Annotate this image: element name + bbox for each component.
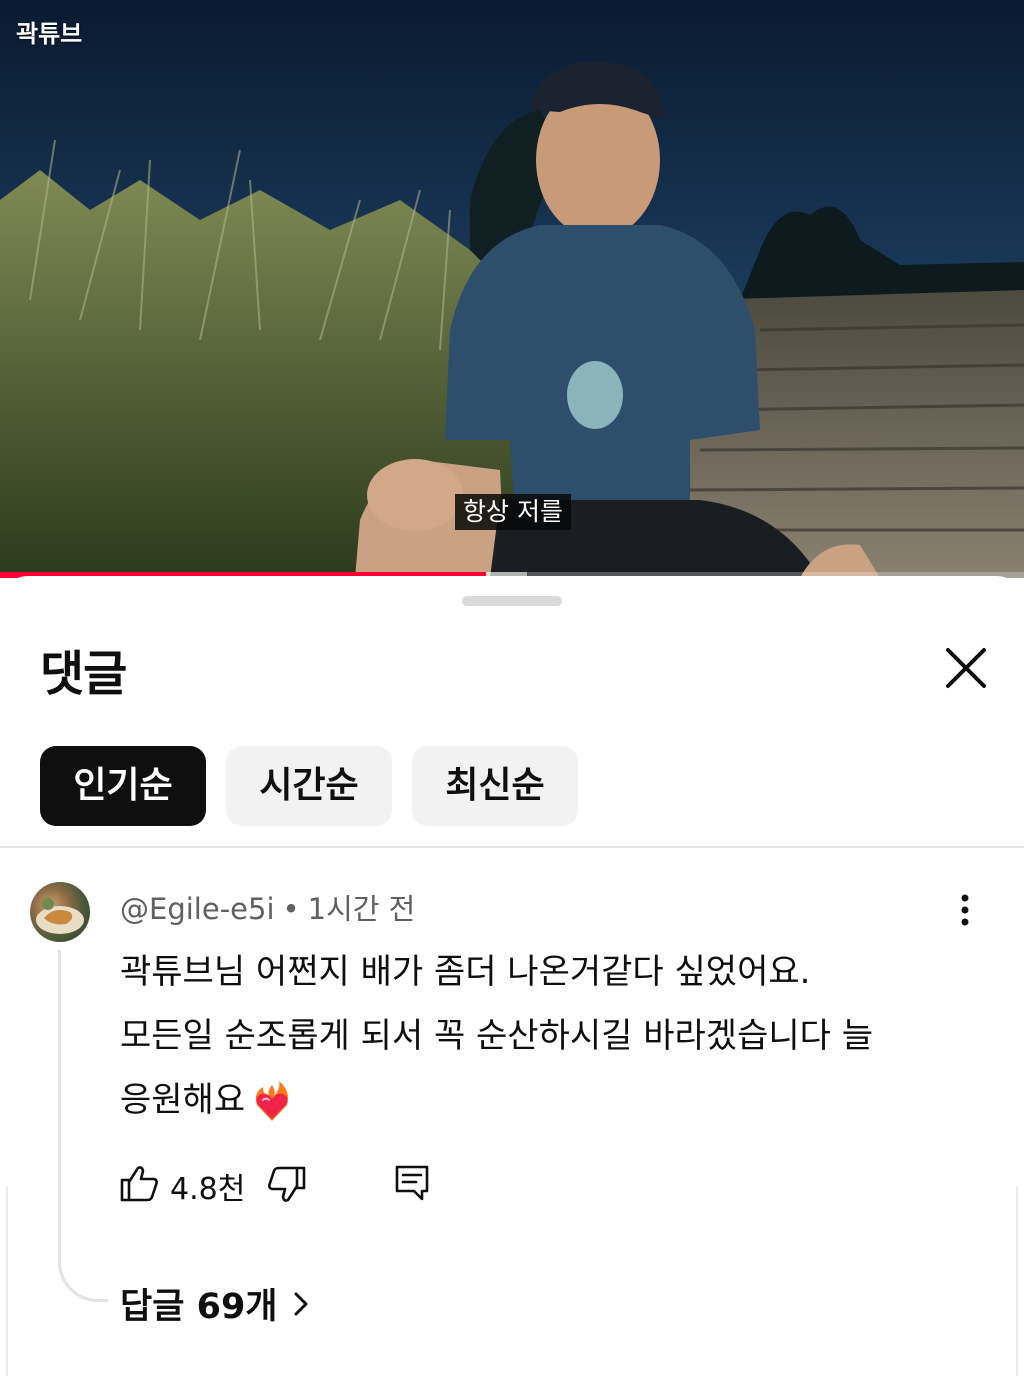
avatar[interactable] xyxy=(30,882,90,942)
reply-icon xyxy=(395,1165,429,1201)
comment-menu-button[interactable] xyxy=(950,890,980,930)
replies-label: 답글 69개 xyxy=(120,1287,278,1327)
comment-text: 곽튜브님 어쩐지 배가 좀더 나온거같다 싶었어요. 모든일 순조롭게 되서 꼭… xyxy=(120,940,980,1132)
avatar-image xyxy=(36,898,84,934)
like-count: 4.8천 xyxy=(170,1172,246,1207)
comment-line-1: 곽튜브님 어쩐지 배가 좀더 나온거같다 싶었어요. xyxy=(120,952,811,992)
chevron-right-icon xyxy=(294,1292,307,1315)
dislike-button[interactable] xyxy=(266,1164,308,1206)
divider xyxy=(0,846,1024,848)
thumb-down-icon xyxy=(268,1166,306,1202)
comment-time: 1시간 전 xyxy=(307,892,416,926)
thumb-up-icon xyxy=(120,1166,158,1202)
view-replies-link[interactable]: 답글 69개 xyxy=(120,1278,312,1329)
meta-separator: • xyxy=(282,892,300,926)
video-frame xyxy=(0,0,1024,578)
close-icon xyxy=(946,648,986,688)
close-button[interactable] xyxy=(936,638,996,698)
reply-button[interactable] xyxy=(392,1162,432,1204)
thread-line xyxy=(58,950,108,1302)
video-player[interactable]: 곽튜브 항상 저를 xyxy=(0,0,1024,578)
drag-handle[interactable] xyxy=(462,596,562,606)
panel-title: 댓글 xyxy=(40,646,127,702)
comments-panel: 댓글 인기순 시간순 최신순 @Egile-e5i • 1시간 전 곽튜브님 어쩐지… xyxy=(0,576,1024,1379)
video-caption: 항상 저를 xyxy=(455,494,571,530)
more-vert-icon xyxy=(961,894,969,926)
comment-line-3: 응원해요 xyxy=(120,1080,246,1120)
comment-author[interactable]: @Egile-e5i xyxy=(120,892,275,926)
like-button[interactable] xyxy=(118,1162,160,1204)
sort-chip-popular[interactable]: 인기순 xyxy=(40,746,206,826)
sort-chip-newest[interactable]: 최신순 xyxy=(412,746,578,826)
sort-chip-time[interactable]: 시간순 xyxy=(226,746,392,826)
channel-watermark: 곽튜브 xyxy=(16,20,83,48)
comment-line-2: 모든일 순조롭게 되서 꼭 순산하시길 바라겠습니다 늘 xyxy=(120,1016,874,1056)
edge-shadow-right xyxy=(1016,1186,1018,1376)
comment-meta: @Egile-e5i • 1시간 전 xyxy=(120,886,415,928)
edge-shadow-left xyxy=(6,1186,8,1376)
heart-on-fire-emoji xyxy=(255,1080,289,1121)
